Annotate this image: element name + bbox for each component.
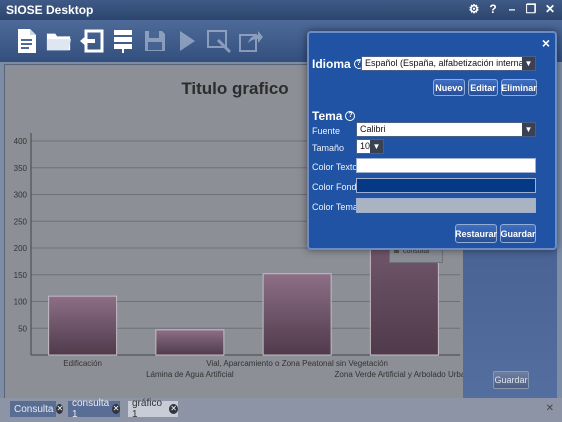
theme-color-picker[interactable] xyxy=(356,198,536,213)
close-icon[interactable]: ✕ xyxy=(544,1,556,17)
tab-consulta[interactable]: Consulta ✕ xyxy=(10,401,64,417)
font-select[interactable]: Calibri ▼ xyxy=(356,122,536,137)
x-tick-label: Edificación xyxy=(63,359,102,368)
size-select[interactable]: 10 ▼ xyxy=(356,139,384,154)
window-title: SIOSE Desktop xyxy=(6,3,94,17)
delete-language-button[interactable]: Eliminar xyxy=(501,79,537,96)
panel-save-button[interactable]: Guardar xyxy=(493,371,529,389)
font-label: Fuente xyxy=(312,126,341,136)
tab-label: Consulta xyxy=(14,403,54,415)
x-tick-label: Lámina de Agua Artificial xyxy=(146,370,234,379)
save-button[interactable]: Guardar xyxy=(500,224,536,243)
tab-consulta-1[interactable]: consulta 1 ✕ xyxy=(68,398,120,420)
background-color-picker[interactable] xyxy=(356,178,536,193)
title-bar: SIOSE Desktop ⚙ ? – ❐ ✕ xyxy=(0,0,562,20)
language-value: Español (España, alfabetización internac… xyxy=(365,58,536,68)
idioma-title: Idioma xyxy=(312,57,351,71)
y-tick-label: 250 xyxy=(14,217,28,226)
close-tab-icon[interactable]: ✕ xyxy=(112,404,120,414)
chevron-down-icon[interactable]: ▼ xyxy=(522,123,535,136)
close-tab-icon[interactable]: ✕ xyxy=(56,404,64,414)
run-icon[interactable] xyxy=(174,26,200,56)
bar xyxy=(155,329,225,356)
y-tick-label: 200 xyxy=(14,244,28,253)
export-icon[interactable] xyxy=(238,26,264,56)
x-tick-label: Zona Verde Artificial y Arbolado Urbano xyxy=(335,370,465,379)
help-icon[interactable]: ? xyxy=(345,111,356,121)
restore-icon[interactable]: ❐ xyxy=(525,1,537,17)
background-color-label: Color Fondo xyxy=(312,182,362,192)
dialog-close-icon[interactable]: × xyxy=(542,35,550,51)
close-all-tabs-icon[interactable]: ✕ xyxy=(546,403,554,414)
idioma-section-title: Idioma ? xyxy=(312,57,364,71)
language-select[interactable]: Español (España, alfabetización internac… xyxy=(361,56,536,71)
minimize-icon[interactable]: – xyxy=(506,1,518,17)
tab-grafico-1[interactable]: gráfico 1 ✕ xyxy=(128,398,178,420)
text-color-picker[interactable] xyxy=(356,158,536,173)
bar xyxy=(48,295,118,356)
y-tick-label: 100 xyxy=(14,298,28,307)
import-icon[interactable] xyxy=(78,26,104,56)
new-document-icon[interactable] xyxy=(14,26,40,56)
help-icon[interactable]: ? xyxy=(487,1,499,17)
text-color-label: Color Texto xyxy=(312,162,358,172)
chevron-down-icon[interactable]: ▼ xyxy=(522,57,535,70)
size-value: 10 xyxy=(360,141,371,151)
font-value: Calibri xyxy=(360,124,386,134)
restore-button[interactable]: Restaurar xyxy=(455,224,497,243)
tab-label: gráfico 1 xyxy=(132,398,163,420)
bar xyxy=(262,273,332,356)
edit-language-button[interactable]: Editar xyxy=(468,79,498,96)
tema-section-title: Tema ? xyxy=(312,109,356,123)
close-tab-icon[interactable]: ✕ xyxy=(169,404,178,414)
save-icon[interactable] xyxy=(142,26,168,56)
y-tick-label: 400 xyxy=(14,137,28,146)
size-label: Tamaño xyxy=(312,143,345,153)
chevron-down-icon[interactable]: ▼ xyxy=(370,140,383,153)
settings-icon[interactable]: ⚙ xyxy=(468,1,480,17)
y-tick-label: 50 xyxy=(18,324,27,333)
open-folder-icon[interactable] xyxy=(46,26,72,56)
x-tick-label: Vial, Aparcamiento o Zona Peatonal sin V… xyxy=(206,359,388,368)
tab-label: consulta 1 xyxy=(72,398,110,420)
y-tick-label: 300 xyxy=(14,191,28,200)
tab-bar: Consulta ✕ consulta 1 ✕ gráfico 1 ✕ ✕ xyxy=(0,398,562,422)
theme-color-label: Color Tema xyxy=(312,202,358,212)
settings-dialog: × Idioma ? Español (España, alfabetizaci… xyxy=(307,31,557,250)
y-tick-label: 350 xyxy=(14,164,28,173)
edit-query-icon[interactable] xyxy=(206,26,232,56)
tema-title: Tema xyxy=(312,109,343,123)
y-tick-label: 150 xyxy=(14,271,28,280)
database-icon[interactable] xyxy=(110,26,136,56)
new-language-button[interactable]: Nuevo xyxy=(433,79,465,96)
